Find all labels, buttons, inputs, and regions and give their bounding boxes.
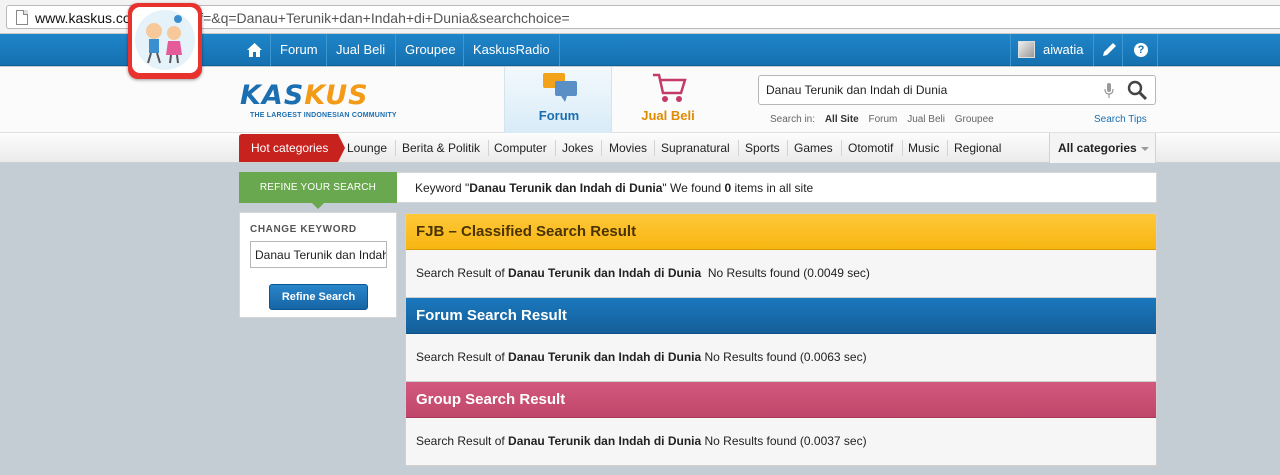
- cat-movies[interactable]: Movies: [609, 133, 647, 163]
- cat-berita-politik[interactable]: Berita & Politik: [402, 133, 480, 163]
- pencil-icon[interactable]: [1095, 34, 1123, 66]
- microphone-icon[interactable]: [1104, 83, 1114, 99]
- username: aiwatia: [1043, 42, 1084, 57]
- keyword-input[interactable]: Danau Terunik dan Indah di Dunia: [250, 241, 387, 268]
- all-categories-dropdown[interactable]: All categories: [1049, 133, 1156, 163]
- cat-regional[interactable]: Regional: [954, 133, 1001, 163]
- refine-search-header: REFINE YOUR SEARCH: [239, 172, 397, 209]
- cat-sports[interactable]: Sports: [745, 133, 780, 163]
- change-keyword-label: CHANGE KEYWORD: [250, 224, 357, 235]
- page-icon: [16, 10, 28, 25]
- kaskus-logo[interactable]: KASKUS THE LARGEST INDONESIAN COMMUNITY: [240, 81, 420, 125]
- url-text: www.kaskus.co.id/search?f=&q=Danau+Terun…: [35, 10, 570, 26]
- category-bar: Hot categories Lounge Berita & Politik C…: [0, 133, 1280, 163]
- forum-result-body: Search Result of Danau Terunik dan Indah…: [416, 350, 867, 364]
- cat-games[interactable]: Games: [794, 133, 833, 163]
- search-scope: Search in: All Site Forum Jual Beli Grou…: [770, 114, 1001, 125]
- group-result-panel: Group Search Result Search Result of Dan…: [405, 381, 1157, 466]
- help-icon[interactable]: ?: [1124, 34, 1158, 66]
- forum-result-panel: Forum Search Result Search Result of Dan…: [405, 297, 1157, 382]
- keyword-summary: Keyword "Danau Terunik dan Indah di Duni…: [397, 172, 1157, 203]
- cat-lounge[interactable]: Lounge: [347, 133, 387, 163]
- search-tips-link[interactable]: Search Tips: [1094, 114, 1147, 125]
- cat-computer[interactable]: Computer: [494, 133, 547, 163]
- group-result-body: Search Result of Danau Terunik dan Indah…: [416, 434, 867, 448]
- scope-groupee[interactable]: Groupee: [955, 114, 994, 125]
- change-keyword-panel: CHANGE KEYWORD Danau Terunik dan Indah d…: [239, 212, 397, 318]
- forum-result-title: Forum Search Result: [406, 298, 1156, 334]
- kaskus-mascot-logo[interactable]: [128, 3, 202, 79]
- home-icon[interactable]: [240, 34, 270, 66]
- search-input[interactable]: Danau Terunik dan Indah di Dunia: [758, 75, 1156, 105]
- nav-kaskusradio[interactable]: KaskusRadio: [463, 34, 560, 66]
- avatar: [1018, 41, 1035, 58]
- hot-categories[interactable]: Hot categories: [239, 134, 346, 162]
- cat-otomotif[interactable]: Otomotif: [848, 133, 893, 163]
- search-icon[interactable]: [1127, 80, 1149, 102]
- refine-search-button[interactable]: Refine Search: [269, 284, 368, 310]
- forum-icon: [543, 73, 577, 102]
- tab-forum[interactable]: Forum: [504, 67, 612, 133]
- cart-icon: [653, 73, 687, 102]
- scope-jual-beli[interactable]: Jual Beli: [907, 114, 945, 125]
- fjb-result-panel: FJB – Classified Search Result Search Re…: [405, 213, 1157, 298]
- nav-forum[interactable]: Forum: [270, 34, 327, 66]
- search-in-label: Search in:: [770, 114, 816, 125]
- user-menu[interactable]: aiwatia: [1010, 34, 1094, 66]
- cat-music[interactable]: Music: [908, 133, 939, 163]
- scope-forum[interactable]: Forum: [869, 114, 898, 125]
- chevron-down-icon: [1140, 146, 1149, 151]
- fjb-result-body: Search Result of Danau Terunik dan Indah…: [416, 266, 870, 280]
- tab-jual-beli[interactable]: Jual Beli: [613, 67, 723, 133]
- fjb-result-title: FJB – Classified Search Result: [406, 214, 1156, 250]
- cat-jokes[interactable]: Jokes: [562, 133, 593, 163]
- scope-all-site[interactable]: All Site: [825, 114, 859, 125]
- group-result-title: Group Search Result: [406, 382, 1156, 418]
- nav-jual-beli[interactable]: Jual Beli: [326, 34, 394, 66]
- cat-supranatural[interactable]: Supranatural: [661, 133, 730, 163]
- nav-groupee[interactable]: Groupee: [395, 34, 465, 66]
